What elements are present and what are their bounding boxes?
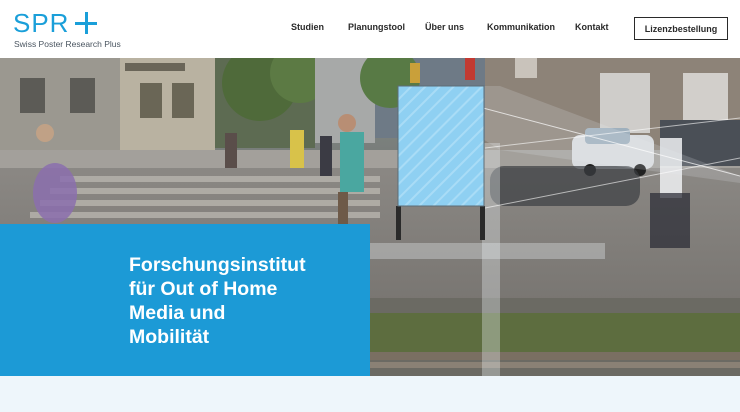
nav-item-ueber-uns[interactable]: Über uns bbox=[425, 22, 464, 32]
hero-title-line-1: Forschungsinstitut bbox=[129, 254, 306, 276]
nav-item-kommunikation[interactable]: Kommunikation bbox=[487, 22, 555, 32]
site-header: SPR Swiss Poster Research Plus Studien P… bbox=[0, 0, 740, 58]
main-navigation: Studien Planungstool Über uns Kommunikat… bbox=[0, 22, 740, 36]
nav-item-kontakt[interactable]: Kontakt bbox=[575, 22, 609, 32]
hero-title-line-3: Media und bbox=[129, 302, 226, 324]
hero-title-line-2: für Out of Home bbox=[129, 278, 278, 300]
hero-title-line-4: Mobilität bbox=[129, 326, 210, 348]
content-band bbox=[0, 376, 740, 412]
hero-title: Forschungsinstitut für Out of Home Media… bbox=[129, 253, 359, 349]
nav-item-studien[interactable]: Studien bbox=[291, 22, 324, 32]
nav-item-planungstool[interactable]: Planungstool bbox=[348, 22, 405, 32]
lizenzbestellung-button[interactable]: Lizenzbestellung bbox=[634, 17, 728, 40]
logo-subtitle: Swiss Poster Research Plus bbox=[14, 39, 121, 49]
